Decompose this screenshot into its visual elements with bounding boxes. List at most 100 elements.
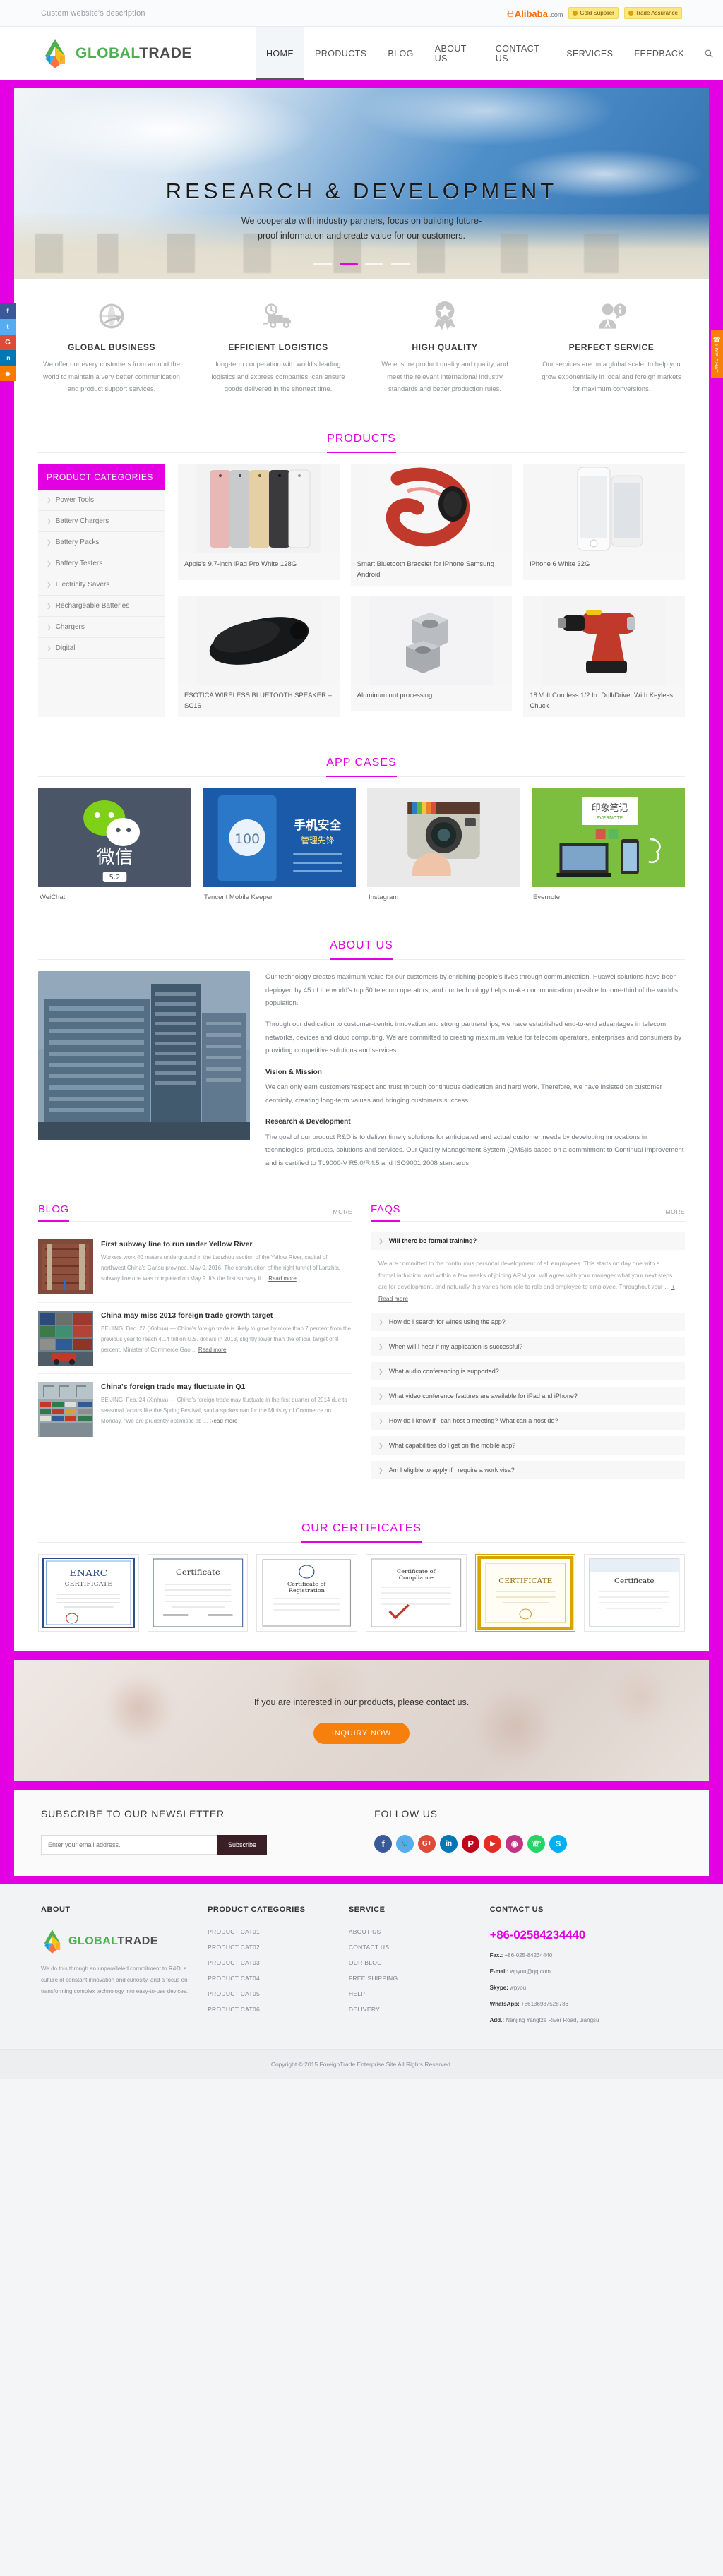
blog-read-more-link[interactable]: Read more [210, 1418, 238, 1424]
feature-high-quality: HIGH QUALITY We ensure product quality a… [362, 300, 528, 396]
category-chargers[interactable]: ❯ Chargers [38, 617, 165, 638]
category-label: Power Tools [55, 495, 94, 504]
certificate-image[interactable]: Certificate of Registration [256, 1554, 357, 1632]
twitter-icon[interactable]: 🐦 [396, 1835, 414, 1853]
certificate-image[interactable]: Certificate [147, 1554, 249, 1632]
social-links: f 🐦 G+ in P ▶ ◉ ☏ S [374, 1835, 682, 1853]
subscribe-heading: SUBSCRIBE TO OUR NEWSLETTER [41, 1808, 225, 1820]
app-case-card[interactable]: 微信 5.2 WeiChat [38, 788, 191, 901]
top-bar: Custom website's description ℮ Alibaba .… [0, 0, 723, 27]
twitter-icon[interactable]: t [0, 319, 16, 335]
footer-email-value[interactable]: wpyou@qq.com [510, 1968, 550, 1975]
inquiry-now-button[interactable]: INQUIRY NOW [313, 1723, 410, 1745]
category-digital[interactable]: ❯ Digital [38, 638, 165, 659]
chevron-right-icon: ❯ [378, 1442, 383, 1449]
footer-service-link-about-us[interactable]: ABOUT US [349, 1928, 477, 1935]
pinterest-icon[interactable]: P [462, 1835, 480, 1853]
certificate-image[interactable]: Certificate [584, 1554, 685, 1632]
facebook-icon[interactable]: f [374, 1835, 393, 1853]
whatsapp-icon[interactable]: ☏ [527, 1835, 546, 1853]
skype-icon[interactable]: S [549, 1835, 568, 1853]
footer-service-link-delivery[interactable]: DELIVERY [349, 2006, 477, 2013]
nav-item-feedback[interactable]: FEEDBACK [623, 27, 695, 80]
linkedin-icon[interactable]: in [440, 1835, 458, 1853]
newsletter-email-input[interactable] [41, 1835, 217, 1855]
product-card[interactable]: ESOTICA WIRELESS BLUETOOTH SPEAKER – SC1… [178, 596, 340, 718]
footer-service-link-free-shipping[interactable]: FREE SHIPPING [349, 1975, 477, 1982]
nav-item-blog[interactable]: BLOG [377, 27, 424, 80]
hero-dot-2[interactable] [339, 263, 358, 265]
gold-supplier-badge[interactable]: Gold Supplier [568, 7, 619, 19]
footer-category-link[interactable]: PRODUCT CAT03 [208, 1959, 336, 1966]
alibaba-logo[interactable]: ℮ Alibaba .com [507, 6, 563, 20]
footer-phone[interactable]: +86-02584234440 [490, 1928, 669, 1942]
hero-dot-4[interactable] [390, 263, 410, 265]
linkedin-icon[interactable]: in [0, 350, 16, 366]
nav-item-products[interactable]: PRODUCTS [304, 27, 377, 80]
youtube-icon[interactable]: ▶ [484, 1835, 502, 1853]
blog-title[interactable]: China may miss 2013 foreign trade growth… [101, 1311, 352, 1321]
faq-question-item[interactable]: ❯ What audio conferencing is supported? [371, 1362, 685, 1381]
nav-item-contact-us[interactable]: CONTACT US [485, 27, 556, 80]
category-electricity-savers[interactable]: ❯ Electricity Savers [38, 574, 165, 596]
certificates-section-title: OUR CERTIFICATES [301, 1522, 422, 1543]
footer-category-link[interactable]: PRODUCT CAT05 [208, 1990, 336, 1997]
blog-read-more-link[interactable]: Read more [268, 1275, 297, 1282]
app-case-card[interactable]: Instagram [367, 788, 520, 901]
faq-question-open[interactable]: ❯ Will there be formal training? [371, 1232, 685, 1251]
app-case-card[interactable]: 印象笔记 EVERNOTE Evernote [532, 788, 685, 901]
googleplus-icon[interactable]: G [0, 335, 16, 350]
live-chat-tab[interactable]: ☎ LIVE CHAT [711, 330, 723, 378]
product-card[interactable]: Aluminum nut processing [350, 596, 513, 718]
faq-question-item[interactable]: ❯ How do I know if I can host a meeting? … [371, 1412, 685, 1431]
footer-category-link[interactable]: PRODUCT CAT01 [208, 1928, 336, 1935]
faq-question-item[interactable]: ❯ What video conference features are avai… [371, 1387, 685, 1406]
product-card[interactable]: 18 Volt Cordless 1/2 In. Drill/Driver Wi… [523, 596, 685, 718]
search-icon[interactable] [695, 27, 723, 80]
product-card[interactable]: Smart Bluetooth Bracelet for iPhone Sams… [350, 464, 513, 586]
faq-more-link[interactable]: MORE [666, 1208, 686, 1221]
product-card[interactable]: Apple's 9.7-inch iPad Pro White 128G [178, 464, 340, 586]
footer-category-link[interactable]: PRODUCT CAT06 [208, 2006, 336, 2013]
certificate-image[interactable]: Certificate of Compliance [366, 1554, 467, 1632]
footer-service-link-our-blog[interactable]: OUR BLOG [349, 1959, 477, 1966]
faq-question-item[interactable]: ❯ Am I eligible to apply if I require a w… [371, 1461, 685, 1480]
site-logo[interactable]: GLOBALTRADE [41, 37, 192, 70]
category-battery-packs[interactable]: ❯ Battery Packs [38, 532, 165, 553]
category-battery-chargers[interactable]: ❯ Battery Chargers [38, 511, 165, 532]
footer-category-link[interactable]: PRODUCT CAT02 [208, 1944, 336, 1951]
category-power-tools[interactable]: ❯ Power Tools [38, 490, 165, 511]
faq-question-item[interactable]: ❯ When will I hear if my application is s… [371, 1337, 685, 1356]
trade-assurance-badge[interactable]: Trade Assurance [623, 7, 682, 19]
googleplus-icon[interactable]: G+ [418, 1835, 436, 1853]
category-rechargeable-batteries[interactable]: ❯ Rechargeable Batteries [38, 596, 165, 617]
blog-list-item[interactable]: First subway line to run under Yellow Ri… [38, 1232, 352, 1304]
category-battery-testers[interactable]: ❯ Battery Testers [38, 553, 165, 574]
product-card[interactable]: iPhone 6 White 32G [523, 464, 685, 586]
footer-service-link-contact-us[interactable]: CONTACT US [349, 1944, 477, 1951]
certificate-image[interactable]: ENARC CERTIFICATE [38, 1554, 139, 1632]
nav-item-services[interactable]: SERVICES [556, 27, 623, 80]
footer-logo[interactable]: GLOBALTRADE [41, 1928, 195, 1955]
blog-more-link[interactable]: MORE [333, 1208, 353, 1221]
subscribe-button[interactable]: Subscribe [217, 1835, 267, 1855]
footer-service-link-help[interactable]: HELP [349, 1990, 477, 1997]
certificate-image[interactable]: CERTIFICATE [474, 1554, 576, 1632]
blog-title[interactable]: China's foreign trade may fluctuate in Q… [101, 1382, 352, 1392]
blog-title[interactable]: First subway line to run under Yellow Ri… [101, 1239, 352, 1250]
hero-dot-1[interactable] [313, 263, 333, 265]
instagram-icon[interactable]: ◉ [506, 1835, 524, 1853]
blog-read-more-link[interactable]: Read more [198, 1347, 227, 1353]
rss-icon[interactable]: ◉ [0, 366, 16, 381]
faq-question-item[interactable]: ❯ What capabilities do I get on the mobil… [371, 1436, 685, 1455]
chevron-right-icon: ❯ [378, 1417, 383, 1424]
nav-item-home[interactable]: HOME [255, 27, 305, 80]
faq-question-item[interactable]: ❯ How do I search for wines using the app… [371, 1313, 685, 1332]
app-case-card[interactable]: 100 手机安全 管理先锋 Tencent Mobile Keeper [203, 788, 356, 901]
nav-item-about-us[interactable]: ABOUT US [424, 27, 485, 80]
hero-dot-3[interactable] [365, 263, 384, 265]
footer-category-link[interactable]: PRODUCT CAT04 [208, 1975, 336, 1982]
blog-list-item[interactable]: China's foreign trade may fluctuate in Q… [38, 1374, 352, 1446]
facebook-icon[interactable]: f [0, 303, 16, 319]
blog-list-item[interactable]: China may miss 2013 foreign trade growth… [38, 1303, 352, 1375]
